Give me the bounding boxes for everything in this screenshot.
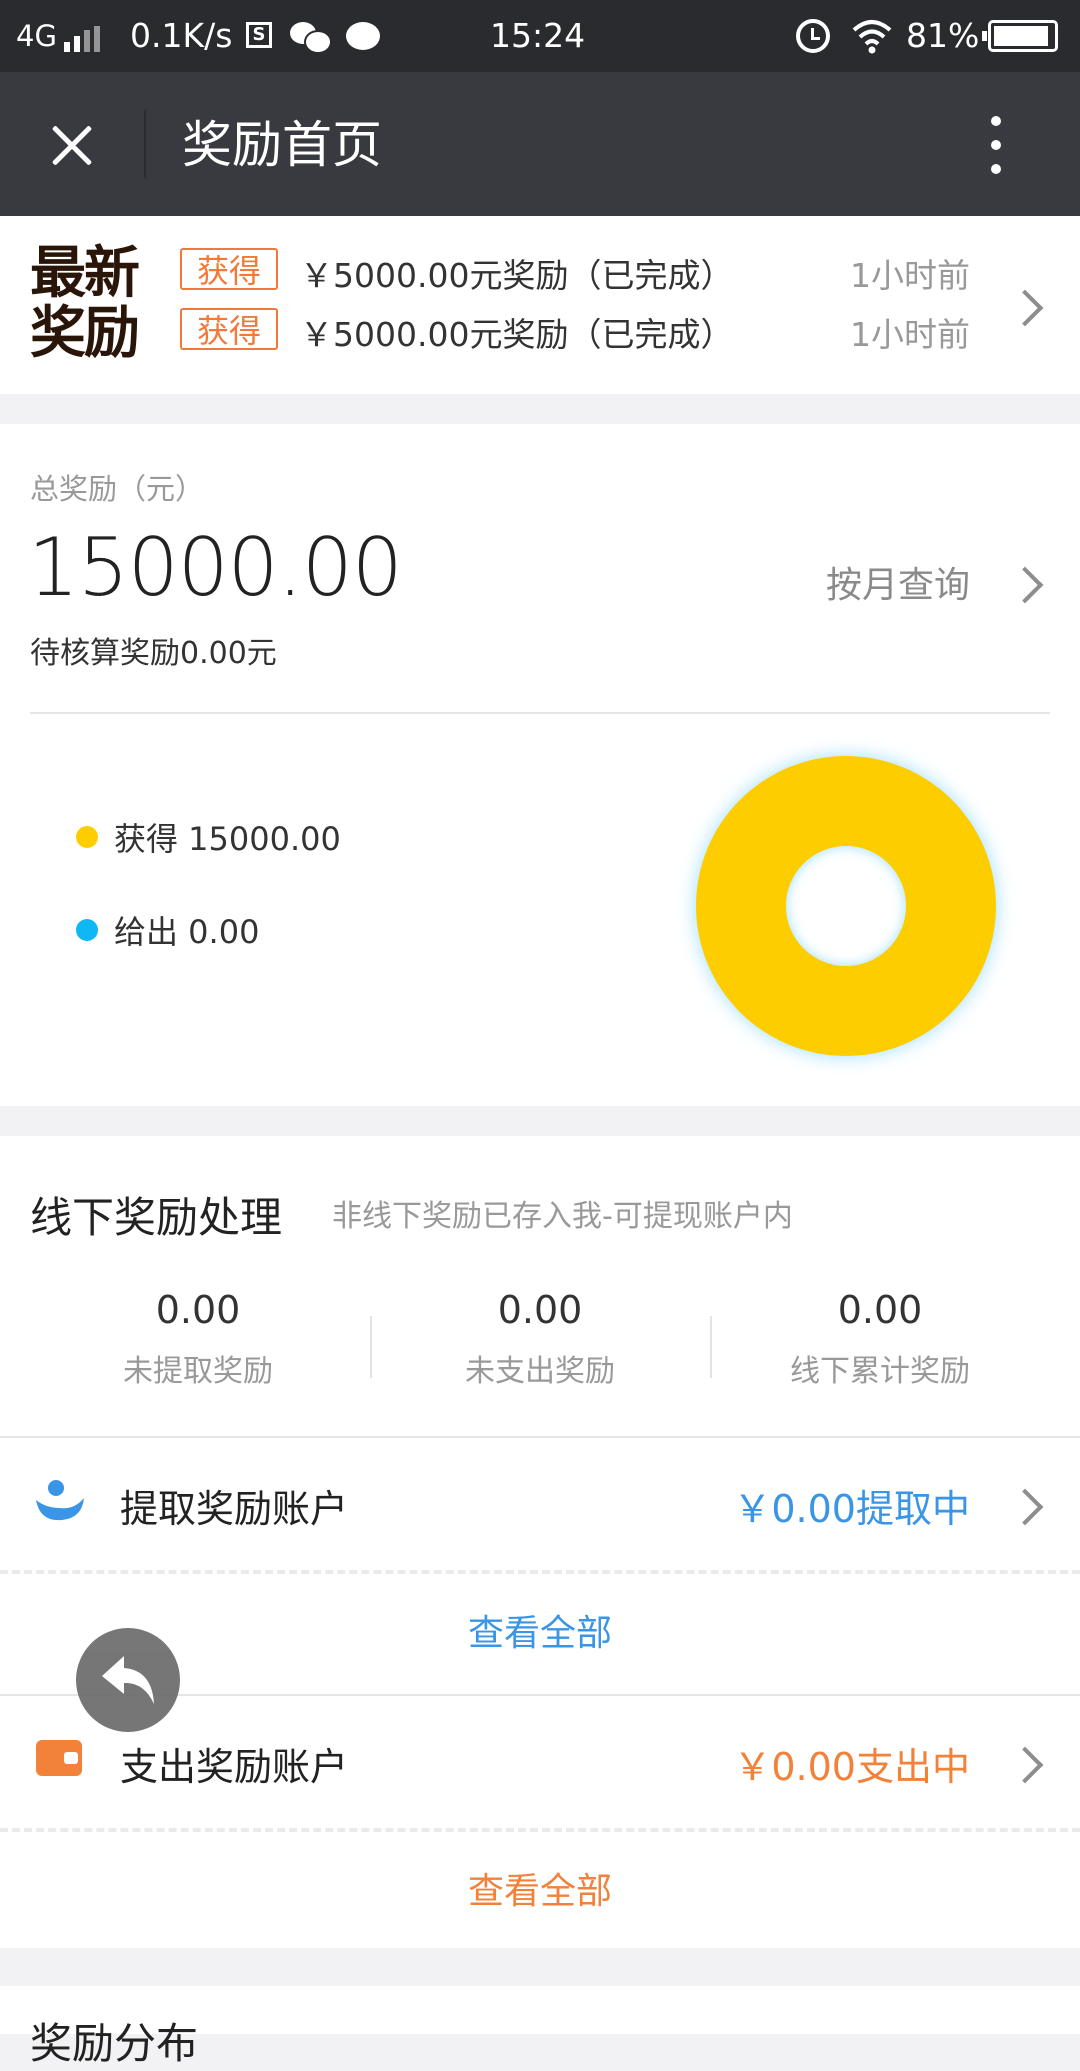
nav-bar xyxy=(0,72,1080,216)
offline-section-subtitle: 非线下奖励已存入我-可提现账户内 xyxy=(332,1199,793,1234)
donut-chart xyxy=(696,756,996,1056)
stat-offline-total: 0.00 线下累计奖励 xyxy=(790,1288,970,1389)
app-notification-icon: S xyxy=(246,22,272,48)
nav-divider xyxy=(144,110,146,178)
legend-label-given: 给出 0.00 xyxy=(114,913,260,951)
withdraw-account-icon xyxy=(36,1480,84,1521)
news-item-time: 1小时前 xyxy=(850,256,970,295)
dashed-divider xyxy=(0,1828,1080,1832)
close-icon[interactable] xyxy=(42,116,102,176)
news-item-text: ￥5000.00元奖励（已完成） xyxy=(300,315,734,354)
dashed-divider xyxy=(0,1570,1080,1574)
pending-reward: 待核算奖励0.00元 xyxy=(30,636,277,671)
total-amount: 15000.00 xyxy=(28,521,403,614)
clock: 15:24 xyxy=(490,16,586,55)
alarm-icon xyxy=(796,19,830,53)
expense-view-all-link[interactable]: 查看全部 xyxy=(0,1862,1080,1914)
page-title: 奖励首页 xyxy=(182,116,382,174)
reply-arrow-icon xyxy=(102,1656,154,1704)
wifi-icon xyxy=(852,20,892,54)
withdraw-account-value: ￥0.00提取中 xyxy=(733,1487,970,1531)
wallet-icon xyxy=(36,1740,82,1776)
distribution-section-title: 奖励分布 xyxy=(30,2019,199,2068)
expense-account-label: 支出奖励账户 xyxy=(120,1745,349,1789)
battery-icon xyxy=(982,20,1058,52)
news-item-time: 1小时前 xyxy=(850,315,970,354)
news-item-text: ￥5000.00元奖励（已完成） xyxy=(300,256,734,295)
latest-rewards-logo: 最新 奖励 xyxy=(30,241,140,366)
stat-unpaid: 0.00 未支出奖励 xyxy=(465,1288,615,1389)
message-icon xyxy=(346,22,380,50)
legend-label-earned: 获得 15000.00 xyxy=(114,820,341,858)
more-menu-icon[interactable] xyxy=(984,112,1008,178)
offline-section-title: 线下奖励处理 xyxy=(30,1193,283,1242)
network-speed: 0.1K/s xyxy=(130,16,233,55)
expense-account-value: ￥0.00支出中 xyxy=(733,1745,970,1789)
floating-back-button[interactable] xyxy=(76,1628,180,1732)
reward-tag: 获得 xyxy=(180,308,278,350)
reward-tag: 获得 xyxy=(180,248,278,290)
latest-rewards-card[interactable] xyxy=(0,216,1080,394)
legend-dot-earned xyxy=(76,826,98,848)
donut-hole xyxy=(786,846,906,966)
signal-icon xyxy=(62,26,108,52)
stat-unclaimed: 0.00 未提取奖励 xyxy=(123,1288,273,1389)
month-query-link[interactable]: 按月查询 xyxy=(826,556,970,608)
total-label: 总奖励（元） xyxy=(30,472,205,506)
status-bar: 4G 0.1K/s S 15:24 81% xyxy=(0,0,1080,72)
offline-reward-card xyxy=(0,1136,1080,1948)
divider xyxy=(0,1436,1080,1438)
divider xyxy=(30,712,1050,714)
network-type: 4G xyxy=(16,19,57,53)
legend-dot-given xyxy=(76,919,98,941)
withdraw-account-label: 提取奖励账户 xyxy=(120,1487,349,1531)
battery-percent: 81% xyxy=(906,16,980,55)
